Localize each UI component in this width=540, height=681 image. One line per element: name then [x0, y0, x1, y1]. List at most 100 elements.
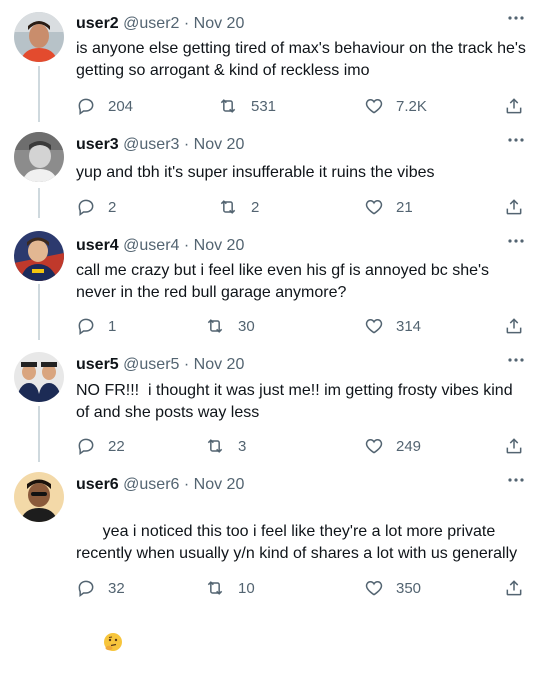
tweet-2[interactable]: user3 @user3 · Nov 20 yup and tbh it's s… — [0, 122, 540, 218]
heart-icon — [364, 197, 384, 217]
retweet-icon — [204, 436, 226, 456]
more-dots-icon[interactable] — [506, 354, 526, 368]
like-count: 350 — [396, 579, 422, 597]
avatar[interactable] — [14, 132, 64, 182]
like-button[interactable]: 350 — [364, 576, 421, 600]
separator: · — [183, 15, 190, 32]
share-icon — [504, 436, 524, 456]
reply-button[interactable]: 2 — [76, 195, 116, 219]
tweet-actions: 2 2 21 — [76, 195, 528, 219]
reply-button[interactable]: 22 — [76, 434, 125, 458]
retweet-icon — [217, 197, 239, 217]
tweet-date[interactable]: Nov 20 — [194, 356, 245, 373]
share-button[interactable] — [504, 94, 524, 118]
more-dots-icon[interactable] — [506, 134, 526, 148]
retweet-button[interactable]: 2 — [217, 195, 259, 219]
display-name[interactable]: user2 — [76, 15, 119, 32]
display-name[interactable]: user6 — [76, 476, 119, 493]
user-handle[interactable]: @user4 — [123, 237, 179, 254]
thread-line — [38, 406, 40, 462]
user-handle[interactable]: @user3 — [123, 136, 179, 153]
tweet-text: yup and tbh it's super insufferable it r… — [76, 164, 435, 181]
avatar[interactable] — [14, 472, 64, 522]
reply-icon — [76, 436, 96, 456]
thread-line — [38, 188, 40, 218]
tweet-header: user4 @user4 · Nov 20 — [76, 236, 244, 256]
tweet-thread: user2 @user2 · Nov 20 is anyone else get… — [0, 0, 540, 651]
heart-icon — [364, 436, 384, 456]
tweet-5[interactable]: user6 @user6 · Nov 20 yea i noticed this… — [0, 462, 540, 651]
share-button[interactable] — [504, 576, 524, 600]
tweet-text: call me crazy but i feel like even his g… — [76, 262, 494, 301]
reply-icon — [76, 96, 96, 116]
separator: · — [183, 237, 190, 254]
user-handle[interactable]: @user6 — [123, 476, 179, 493]
tweet-date[interactable]: Nov 20 — [194, 15, 245, 32]
tweet-text: is anyone else getting tired of max's be… — [76, 40, 531, 79]
avatar[interactable] — [14, 231, 64, 281]
tweet-header: user6 @user6 · Nov 20 — [76, 475, 244, 495]
tweet-header: user2 @user2 · Nov 20 — [76, 14, 244, 34]
retweet-button[interactable]: 30 — [204, 314, 255, 338]
thread-line — [38, 284, 40, 340]
avatar[interactable] — [14, 12, 64, 62]
retweet-count: 10 — [238, 579, 255, 597]
retweet-button[interactable]: 3 — [204, 434, 246, 458]
share-button[interactable] — [504, 195, 524, 219]
display-name[interactable]: user4 — [76, 237, 119, 254]
avatar[interactable] — [14, 352, 64, 402]
tweet-actions: 204 531 7.2K — [76, 94, 528, 118]
heart-icon — [364, 578, 384, 598]
tweet-actions: 22 3 249 — [76, 434, 528, 458]
reply-icon — [76, 197, 96, 217]
separator: · — [183, 136, 190, 153]
display-name[interactable]: user5 — [76, 356, 119, 373]
like-count: 7.2K — [396, 97, 427, 115]
user-handle[interactable]: @user2 — [123, 15, 179, 32]
reply-count: 204 — [108, 97, 134, 115]
display-name[interactable]: user3 — [76, 136, 119, 153]
reply-count: 2 — [108, 198, 117, 216]
retweet-count: 2 — [251, 198, 260, 216]
tweet-4[interactable]: user5 @user5 · Nov 20 NO FR!!! i thought… — [0, 340, 540, 462]
more-dots-icon[interactable] — [506, 12, 526, 26]
tweet-body: yea i noticed this too i feel like they'… — [76, 499, 526, 651]
reply-icon — [76, 316, 96, 336]
like-button[interactable]: 7.2K — [364, 94, 427, 118]
like-count: 21 — [396, 198, 413, 216]
share-icon — [504, 316, 524, 336]
like-button[interactable]: 249 — [364, 434, 421, 458]
reply-count: 32 — [108, 579, 125, 597]
retweet-icon — [204, 316, 226, 336]
like-count: 249 — [396, 437, 422, 455]
share-icon — [504, 197, 524, 217]
retweet-count: 30 — [238, 317, 255, 335]
tweet-date[interactable]: Nov 20 — [194, 237, 245, 254]
retweet-button[interactable]: 531 — [217, 94, 276, 118]
like-button[interactable]: 21 — [364, 195, 413, 219]
reply-button[interactable]: 1 — [76, 314, 116, 338]
tweet-date[interactable]: Nov 20 — [194, 476, 245, 493]
tweet-1[interactable]: user2 @user2 · Nov 20 is anyone else get… — [0, 0, 540, 122]
retweet-icon — [217, 96, 239, 116]
tweet-header: user3 @user3 · Nov 20 — [76, 135, 244, 155]
heart-icon — [364, 316, 384, 336]
like-button[interactable]: 314 — [364, 314, 421, 338]
separator: · — [183, 476, 190, 493]
tweet-text: yea i noticed this too i feel like they'… — [76, 523, 518, 562]
more-dots-icon[interactable] — [506, 235, 526, 249]
retweet-button[interactable]: 10 — [204, 576, 255, 600]
reply-button[interactable]: 204 — [76, 94, 133, 118]
share-button[interactable] — [504, 434, 524, 458]
more-dots-icon[interactable] — [506, 474, 526, 488]
thread-line — [38, 66, 40, 122]
user-handle[interactable]: @user5 — [123, 356, 179, 373]
reply-count: 22 — [108, 437, 125, 455]
share-button[interactable] — [504, 314, 524, 338]
tweet-actions: 32 10 350 — [76, 576, 528, 600]
heart-icon — [364, 96, 384, 116]
tweet-date[interactable]: Nov 20 — [194, 136, 245, 153]
reply-button[interactable]: 32 — [76, 576, 125, 600]
tweet-3[interactable]: user4 @user4 · Nov 20 call me crazy but … — [0, 218, 540, 340]
retweet-icon — [204, 578, 226, 598]
